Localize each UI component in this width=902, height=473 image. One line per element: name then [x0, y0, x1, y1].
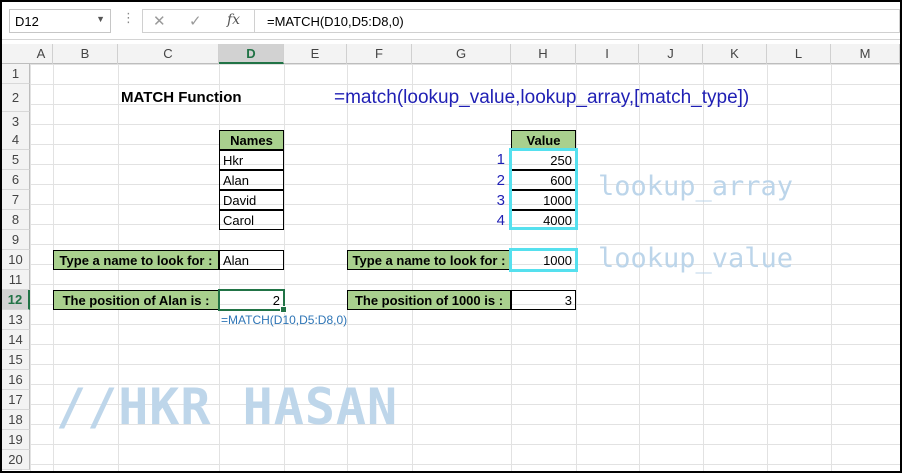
active-cell-selection [218, 289, 287, 313]
column-header-c[interactable]: C [118, 44, 219, 64]
column-header-e[interactable]: E [284, 44, 347, 64]
names-cell[interactable]: Hkr [219, 150, 284, 170]
more-options-icon[interactable]: ⋮ [122, 11, 135, 26]
row-header-15[interactable]: 15 [2, 350, 30, 370]
value-cell[interactable]: 4000 [511, 210, 576, 230]
value-header[interactable]: Value [511, 130, 576, 150]
right-result-label[interactable]: The position of 1000 is : [347, 290, 511, 310]
right-lookup-label[interactable]: Type a name to look for : [347, 250, 511, 270]
formula-buttons: ✕ ✓ fx [142, 9, 254, 33]
position-index: 3 [496, 192, 505, 209]
formula-note: =MATCH(D10,D5:D8,0) [221, 313, 348, 327]
excel-window: D12 ▼ ⋮ ✕ ✓ fx =MATCH(D10,D5:D8,0) A B C… [0, 0, 902, 473]
right-result-cell[interactable]: 3 [511, 290, 576, 310]
name-box-value: D12 [15, 14, 39, 29]
insert-function-icon[interactable]: fx [227, 12, 240, 28]
row-header-13[interactable]: 13 [2, 310, 30, 330]
column-header-l[interactable]: L [767, 44, 831, 64]
row-header-10[interactable]: 10 [2, 250, 30, 270]
row-header-12[interactable]: 12 [2, 290, 30, 310]
column-headers: A B C D E F G H I J K L M [2, 44, 900, 64]
column-header-k[interactable]: K [703, 44, 767, 64]
column-header-a[interactable]: A [30, 44, 53, 64]
lookup-array-annotation: lookup_array [598, 171, 794, 202]
column-header-h[interactable]: H [511, 44, 576, 64]
enter-icon[interactable]: ✓ [189, 12, 202, 30]
column-header-i[interactable]: I [576, 44, 639, 64]
row-header-20[interactable]: 20 [2, 450, 30, 470]
row-header-5[interactable]: 5 [2, 150, 30, 170]
row-header-19[interactable]: 19 [2, 430, 30, 450]
row-header-16[interactable]: 16 [2, 370, 30, 390]
position-index: 2 [496, 172, 505, 189]
row-header-14[interactable]: 14 [2, 330, 30, 350]
chevron-down-icon[interactable]: ▼ [96, 14, 105, 24]
position-index: 4 [496, 212, 505, 229]
names-cell[interactable]: Alan [219, 170, 284, 190]
column-header-m[interactable]: M [831, 44, 900, 64]
value-cell[interactable]: 1000 [511, 190, 576, 210]
position-index: 1 [496, 151, 505, 168]
left-lookup-input[interactable]: Alan [219, 250, 284, 270]
column-header-j[interactable]: J [639, 44, 703, 64]
row-header-17[interactable]: 17 [2, 390, 30, 410]
formula-text: =MATCH(D10,D5:D8,0) [267, 14, 404, 29]
column-header-g[interactable]: G [412, 44, 511, 64]
column-header-d[interactable]: D [219, 44, 284, 64]
cancel-icon[interactable]: ✕ [153, 12, 166, 30]
row-header-2[interactable]: 2 [2, 84, 30, 112]
column-header-b[interactable]: B [53, 44, 118, 64]
right-lookup-input[interactable]: 1000 [511, 250, 576, 270]
row-header-9[interactable]: 9 [2, 230, 30, 250]
row-header-7[interactable]: 7 [2, 190, 30, 210]
names-header[interactable]: Names [219, 130, 284, 150]
names-cell[interactable]: Carol [219, 210, 284, 230]
formula-bar: D12 ▼ ⋮ ✕ ✓ fx =MATCH(D10,D5:D8,0) [2, 2, 900, 40]
name-box[interactable]: D12 ▼ [9, 9, 111, 33]
row-header-4[interactable]: 4 [2, 130, 30, 150]
left-lookup-label[interactable]: Type a name to look for : [53, 250, 219, 270]
lookup-value-annotation: lookup_value [598, 243, 794, 274]
row-header-8[interactable]: 8 [2, 210, 30, 230]
value-cell[interactable]: 600 [511, 170, 576, 190]
row-header-18[interactable]: 18 [2, 410, 30, 430]
row-header-6[interactable]: 6 [2, 170, 30, 190]
row-header-3[interactable]: 3 [2, 112, 30, 132]
syntax-text: =match(lookup_value,lookup_array,[match_… [334, 87, 750, 108]
watermark-text: //HKR HASAN [56, 378, 399, 436]
column-header-f[interactable]: F [347, 44, 412, 64]
formula-input[interactable]: =MATCH(D10,D5:D8,0) [254, 9, 900, 33]
sheet-title: MATCH Function [121, 89, 242, 106]
names-cell[interactable]: David [219, 190, 284, 210]
left-result-label[interactable]: The position of Alan is : [53, 290, 219, 310]
row-header-1[interactable]: 1 [2, 64, 30, 84]
value-cell[interactable]: 250 [511, 150, 576, 170]
row-header-11[interactable]: 11 [2, 270, 30, 290]
